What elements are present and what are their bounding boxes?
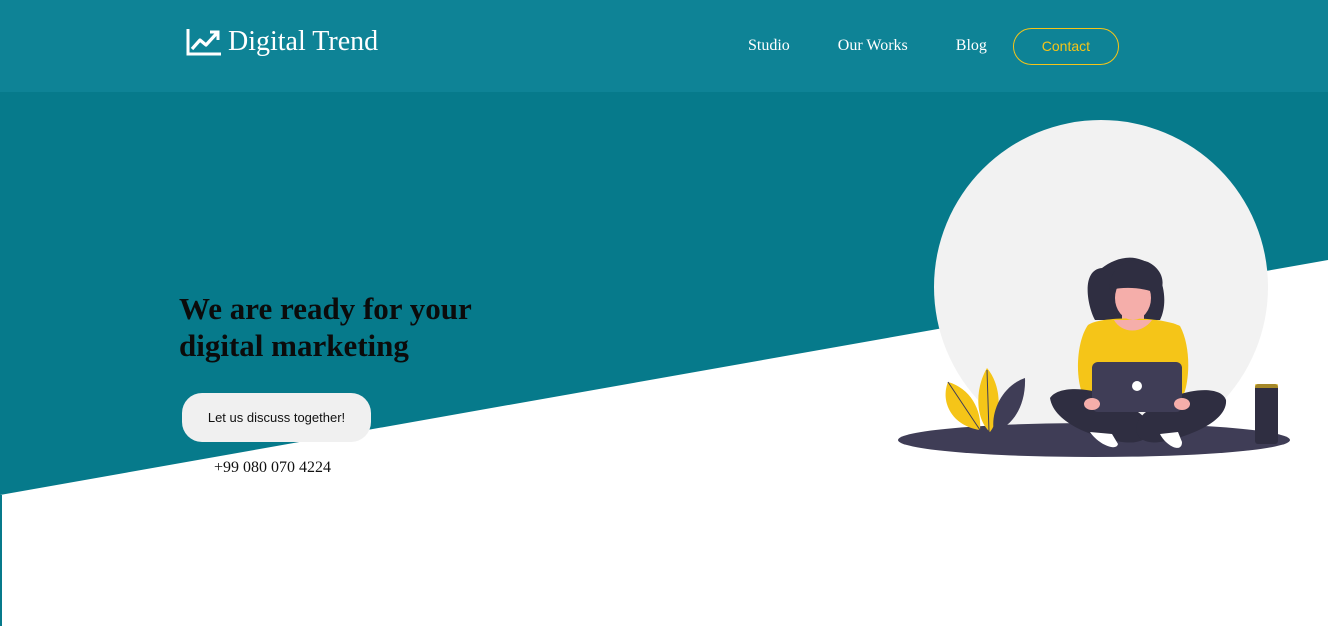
nav-link-blog[interactable]: Blog — [956, 37, 987, 55]
hero-headline: We are ready for your digital marketing — [179, 291, 472, 363]
discuss-button[interactable]: Let us discuss together! — [182, 393, 371, 442]
main-nav: Studio Our Works Blog Contact — [748, 27, 1119, 65]
phone-number: +99 080 070 4224 — [214, 459, 332, 476]
woman-with-laptop-illustration — [898, 120, 1290, 457]
site-header: Digital Trend Studio Our Works Blog Cont… — [0, 0, 1328, 92]
logo-text: Digital Trend — [228, 26, 379, 57]
logo[interactable]: Digital Trend — [186, 26, 378, 58]
contact-button[interactable]: Contact — [1012, 27, 1119, 65]
nav-link-our-works[interactable]: Our Works — [838, 37, 908, 55]
page: Digital Trend Studio Our Works Blog Cont… — [0, 0, 1328, 626]
trending-up-icon — [186, 29, 221, 56]
nav-link-studio[interactable]: Studio — [748, 37, 790, 55]
